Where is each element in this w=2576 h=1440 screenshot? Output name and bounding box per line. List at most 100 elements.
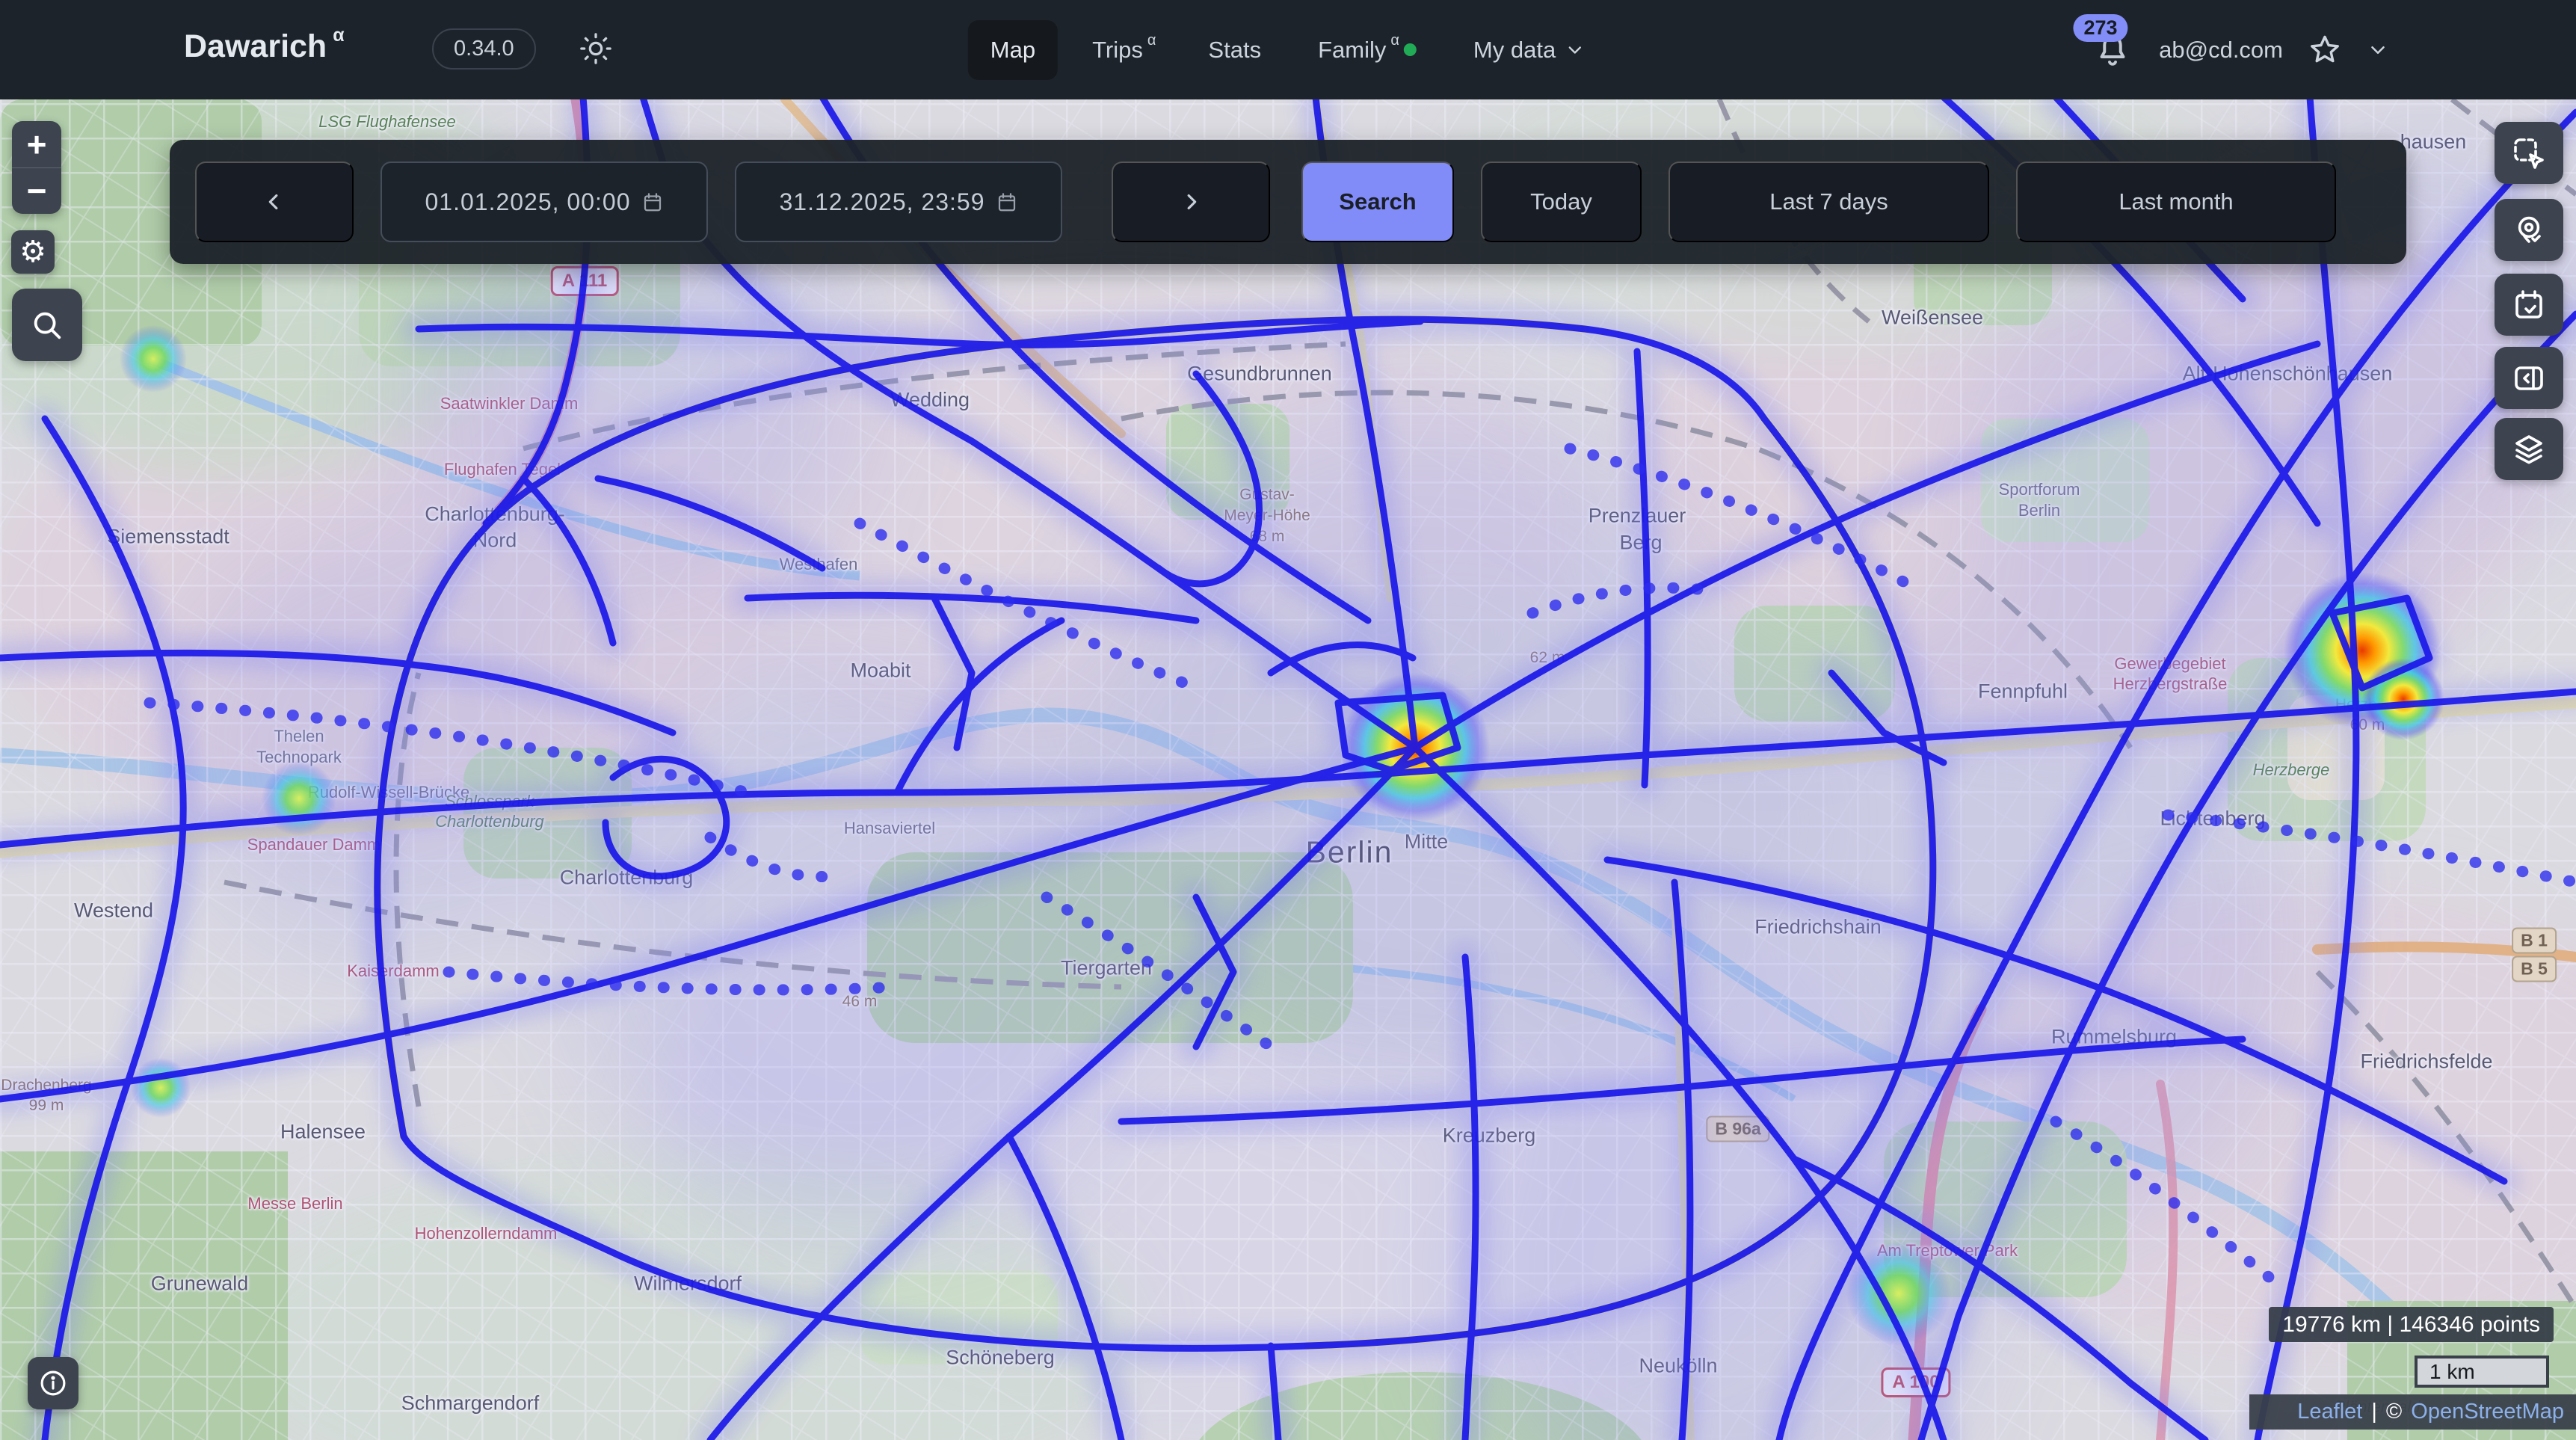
- alpha-sup: α: [1390, 32, 1399, 49]
- map-label: Mitte: [1405, 831, 1449, 854]
- end-datetime-input[interactable]: 31.12.2025, 23:59: [735, 161, 1062, 242]
- start-datetime-input[interactable]: 01.01.2025, 00:00: [380, 161, 708, 242]
- map-label: Wedding: [890, 389, 970, 412]
- nav-label: Family: [1318, 37, 1386, 64]
- map-label: hausen: [2400, 131, 2467, 154]
- map-label: LSG Flughafensee: [318, 112, 455, 132]
- map-label: Wilmersdorf: [634, 1273, 742, 1296]
- map-label: 62 m: [1530, 649, 1565, 667]
- last-month-button[interactable]: Last month: [2016, 161, 2336, 242]
- map-label: Hohenzollerndamm: [415, 1224, 558, 1243]
- top-navbar: Dawarichα 0.34.0 Map Tripsα Stats Family…: [0, 0, 2576, 99]
- nav-label: Map: [990, 37, 1035, 64]
- map-label: 60 m: [2350, 716, 2385, 734]
- map-label: Hansaviertel: [844, 819, 935, 838]
- map-label: Siemensstadt: [107, 526, 229, 549]
- map-label: 99 m: [29, 1097, 64, 1115]
- theme-toggle-button[interactable]: [577, 30, 614, 67]
- nav-tab-map[interactable]: Map: [968, 20, 1058, 80]
- next-period-button[interactable]: [1112, 161, 1270, 242]
- notifications-button[interactable]: 273: [2090, 28, 2135, 73]
- zoom-in-button[interactable]: +: [12, 121, 61, 167]
- today-button[interactable]: Today: [1481, 161, 1642, 242]
- map-label: Meyer-Höhe: [1224, 507, 1310, 525]
- dawarich-app: LSG FlughafenseehausenSaatwinkler DammFl…: [0, 0, 2576, 1440]
- select-area-button[interactable]: [2495, 122, 2563, 184]
- notification-count-badge: 273: [2074, 14, 2128, 42]
- info-icon: [37, 1367, 69, 1399]
- chevron-down-icon: [2367, 39, 2389, 61]
- map-info-button[interactable]: [28, 1357, 78, 1409]
- user-menu-button[interactable]: [2367, 39, 2389, 61]
- nav-tab-family[interactable]: Familyα: [1295, 20, 1439, 80]
- map-label: Friedrichsfelde: [2360, 1050, 2492, 1074]
- last-7-days-button[interactable]: Last 7 days: [1668, 161, 1989, 242]
- map-label: Charlottenburg-: [425, 503, 565, 526]
- map-label: Flughafen Tegel: [444, 460, 561, 479]
- map-label: Westend: [74, 899, 153, 923]
- map-label: Spandauer Damm: [247, 835, 381, 855]
- map-label: B 5: [2512, 956, 2557, 982]
- user-email[interactable]: ab@cd.com: [2159, 37, 2283, 64]
- map-label: Schmargendorf: [401, 1392, 540, 1415]
- version-badge: 0.34.0: [432, 28, 536, 70]
- scan-location-button[interactable]: [2495, 199, 2563, 261]
- zoom-out-button[interactable]: −: [12, 167, 61, 214]
- map-label: Gesundbrunnen: [1187, 363, 1332, 386]
- search-icon: [30, 308, 64, 342]
- distance-points-badge: 19776 km | 146346 points: [2269, 1307, 2554, 1342]
- map-search-button[interactable]: [12, 289, 82, 361]
- ukraine-flag-icon: [2261, 1403, 2288, 1421]
- nav-label: Stats: [1208, 37, 1261, 64]
- app-logo[interactable]: Dawarichα: [184, 28, 339, 65]
- map-label: Kaiserdamm: [347, 961, 439, 981]
- map-label: Neukölln: [1639, 1355, 1717, 1378]
- map-label: Thelen: [274, 727, 324, 746]
- map-label: Rudolf-Wissell-Brücke: [308, 783, 469, 802]
- map-label: Fennpfuhl: [1978, 680, 2068, 704]
- gear-icon: ⚙: [19, 235, 46, 269]
- map-label: B 1: [2512, 928, 2557, 954]
- map-settings-button[interactable]: ⚙: [11, 230, 55, 274]
- calendar-icon: [996, 191, 1018, 213]
- chevron-down-icon: [1565, 40, 1586, 61]
- layers-icon: [2511, 431, 2547, 467]
- nav-label: My data: [1473, 37, 1556, 64]
- nav-tab-stats[interactable]: Stats: [1186, 20, 1284, 80]
- map-label: Herzbergstraße: [2113, 674, 2228, 694]
- collapse-panel-icon: [2511, 360, 2547, 396]
- map-label: Gustav-: [1239, 486, 1295, 504]
- attribution-separator: |: [2371, 1400, 2377, 1424]
- start-datetime-value: 01.01.2025, 00:00: [425, 188, 630, 216]
- map-label: Charlottenburg: [435, 812, 544, 831]
- map-label: Gewerbegebiet: [2114, 654, 2225, 674]
- calendar-check-icon: [2511, 287, 2547, 323]
- navbar-user-area: 273 ab@cd.com: [2090, 0, 2389, 99]
- chevron-left-icon: [262, 189, 287, 215]
- collapse-panel-button[interactable]: [2495, 347, 2563, 409]
- favorite-button[interactable]: [2307, 32, 2343, 68]
- map-label: Tiergarten: [1061, 957, 1152, 980]
- map-label: Nord: [473, 529, 517, 553]
- map-label: Schöneberg: [946, 1347, 1055, 1370]
- chevron-right-icon: [1178, 189, 1204, 215]
- layers-button[interactable]: [2495, 418, 2563, 480]
- search-button[interactable]: Search: [1301, 161, 1454, 242]
- prev-period-button[interactable]: [195, 161, 354, 242]
- map-label: Berlin: [1306, 835, 1393, 870]
- map-label: Berlin: [2018, 501, 2060, 520]
- map-label: A 100: [1881, 1367, 1950, 1397]
- map-label: Moabit: [850, 659, 910, 683]
- nav-tab-trips[interactable]: Tripsα: [1070, 20, 1174, 80]
- nav-dropdown-my-data[interactable]: My data: [1451, 20, 1608, 80]
- star-icon: [2307, 32, 2343, 68]
- app-name: Dawarich: [184, 28, 327, 64]
- map-label: Halensee: [280, 1121, 366, 1144]
- osm-link[interactable]: OpenStreetMap: [2411, 1400, 2564, 1424]
- alpha-sup: α: [1147, 32, 1156, 49]
- map-label: Technopark: [256, 748, 342, 767]
- select-area-icon: [2511, 135, 2547, 171]
- calendar-select-button[interactable]: [2495, 274, 2563, 336]
- nav-label: Trips: [1092, 37, 1143, 64]
- leaflet-link[interactable]: Leaflet: [2297, 1400, 2362, 1424]
